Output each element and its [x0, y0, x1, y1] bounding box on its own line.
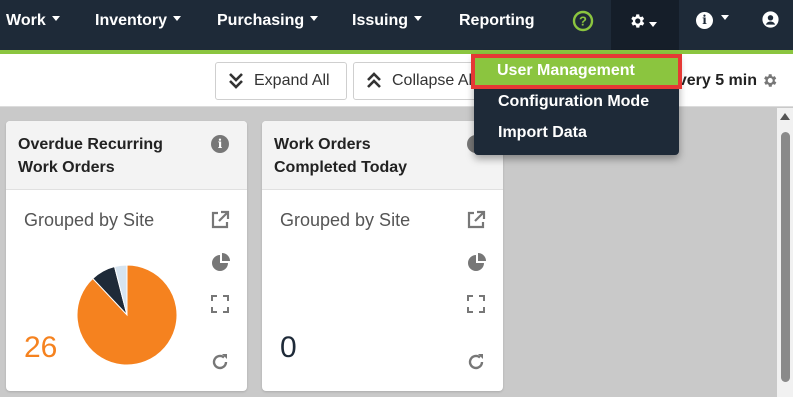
scrollbar-thumb[interactable] — [781, 132, 790, 382]
card-title: Work Orders Completed Today — [274, 133, 454, 179]
menu-item-import-data[interactable]: Import Data — [498, 124, 587, 142]
chevron-down-icon — [51, 16, 60, 22]
fullscreen-icon[interactable] — [211, 295, 229, 313]
nav-inventory-label: Inventory — [95, 12, 168, 29]
card-title-line1: Overdue Recurring — [18, 136, 163, 153]
menu-item-label: Import Data — [498, 124, 587, 141]
card-title-line1: Work Orders — [274, 136, 371, 153]
menu-item-label: Configuration Mode — [498, 93, 650, 110]
expand-all-button[interactable]: Expand All — [215, 62, 347, 100]
nav-purchasing[interactable]: Purchasing — [217, 0, 319, 50]
pie-chart-icon[interactable] — [467, 252, 487, 272]
fullscreen-icon[interactable] — [467, 295, 485, 313]
settings-menu-toggle[interactable] — [611, 0, 679, 50]
nav-inventory[interactable]: Inventory — [95, 0, 182, 50]
external-link-icon[interactable] — [210, 210, 230, 230]
nav-work-label: Work — [6, 12, 46, 29]
nav-purchasing-label: Purchasing — [217, 12, 305, 29]
nav-issuing[interactable]: Issuing — [352, 0, 423, 50]
card-count: 0 — [280, 331, 297, 364]
info-menu-toggle[interactable]: i — [696, 11, 730, 29]
collapse-all-button[interactable]: Collapse All — [353, 62, 478, 100]
scroll-up-arrow-icon[interactable] — [780, 113, 790, 120]
user-icon[interactable] — [762, 11, 779, 33]
double-chevron-up-icon — [367, 72, 381, 88]
nav-reporting-label: Reporting — [459, 12, 535, 29]
card-count: 26 — [24, 331, 58, 364]
chevron-down-icon — [173, 16, 182, 22]
card-subtitle: Grouped by Site — [24, 210, 155, 230]
card-title-line2: Work Orders — [18, 159, 115, 176]
info-icon: i — [696, 12, 713, 29]
help-circle-icon[interactable]: ? — [572, 10, 594, 37]
widget-card-completed-today: Work Orders Completed Today i Grouped by… — [262, 121, 503, 391]
gear-icon — [628, 12, 646, 35]
collapse-all-label: Collapse All — [392, 72, 476, 89]
external-link-icon[interactable] — [466, 210, 486, 230]
chevron-down-icon — [310, 16, 319, 22]
refresh-icon[interactable] — [210, 352, 230, 372]
nav-reporting[interactable]: Reporting — [459, 0, 535, 50]
card-header: Overdue Recurring Work Orders i — [6, 121, 247, 190]
refresh-icon[interactable] — [466, 352, 486, 372]
highlight-box — [471, 54, 682, 89]
menu-item-configuration-mode[interactable]: Configuration Mode — [498, 93, 649, 111]
card-subtitle: Grouped by Site — [280, 210, 411, 230]
widget-card-overdue-recurring: Overdue Recurring Work Orders i Grouped … — [6, 121, 247, 391]
top-navbar: Work Inventory Purchasing Issuing Report… — [0, 0, 793, 54]
card-title: Overdue Recurring Work Orders — [18, 133, 198, 179]
chevron-down-icon — [414, 16, 423, 22]
nav-work[interactable]: Work — [6, 0, 60, 50]
expand-all-label: Expand All — [254, 72, 330, 89]
double-chevron-down-icon — [229, 73, 243, 89]
info-icon[interactable]: i — [211, 135, 229, 153]
pie-chart-icon[interactable] — [211, 252, 231, 272]
pie-slice[interactable] — [76, 264, 178, 366]
card-header: Work Orders Completed Today i — [262, 121, 503, 190]
chevron-down-icon — [649, 22, 657, 27]
card-title-line2: Completed Today — [274, 159, 408, 176]
refresh-settings-gear-icon[interactable] — [761, 72, 778, 94]
nav-issuing-label: Issuing — [352, 12, 409, 29]
svg-text:?: ? — [579, 14, 587, 29]
chevron-down-icon — [721, 15, 730, 21]
pie-chart[interactable] — [76, 264, 178, 366]
